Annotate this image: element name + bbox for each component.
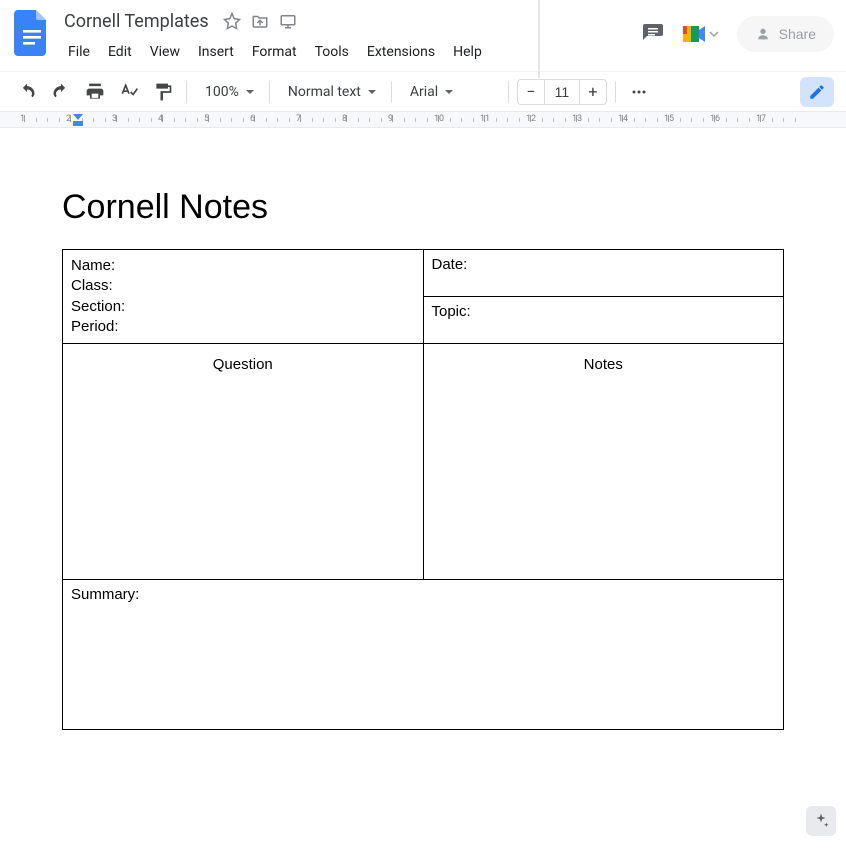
font-value: Arial [410, 84, 438, 100]
ruler-unit: 5 [208, 112, 254, 127]
ruler-unit: 16 [714, 112, 760, 127]
question-cell[interactable]: Question [63, 344, 424, 580]
explore-button[interactable] [806, 806, 836, 836]
spellcheck-button[interactable] [114, 77, 144, 107]
ruler[interactable]: 1234567891011121314151617 [0, 112, 846, 128]
zoom-dropdown[interactable]: 100% [195, 78, 261, 106]
paint-format-button[interactable] [148, 77, 178, 107]
move-icon[interactable] [251, 12, 269, 30]
question-header: Question [213, 356, 273, 373]
editing-mode-button[interactable] [800, 77, 834, 107]
style-dropdown[interactable]: Normal text [278, 78, 383, 106]
more-tools-button[interactable] [624, 77, 654, 107]
info-class[interactable]: Class: [71, 276, 415, 296]
panel-divider [538, 0, 540, 78]
ruler-unit: 15 [668, 112, 714, 127]
notes-header: Notes [584, 356, 623, 373]
ruler-unit: 12 [530, 112, 576, 127]
share-button[interactable]: Share [737, 16, 834, 52]
ruler-unit: 1 [24, 112, 70, 127]
date-label: Date: [432, 256, 468, 273]
ruler-unit: 7 [300, 112, 346, 127]
ruler-unit: 9 [392, 112, 438, 127]
ruler-unit: 11 [484, 112, 530, 127]
font-size-control: − + [517, 79, 607, 105]
redo-button[interactable] [46, 77, 76, 107]
font-size-input[interactable] [544, 80, 580, 104]
menu-help[interactable]: Help [445, 40, 490, 64]
ruler-unit: 14 [622, 112, 668, 127]
cloud-status-icon[interactable] [279, 12, 297, 30]
summary-cell[interactable]: Summary: [63, 580, 784, 730]
menu-view[interactable]: View [142, 40, 188, 64]
menu-format[interactable]: Format [244, 40, 305, 64]
document-heading[interactable]: Cornell Notes [62, 188, 784, 227]
info-section[interactable]: Section: [71, 297, 415, 317]
style-value: Normal text [288, 84, 361, 100]
docs-logo-icon[interactable] [14, 10, 50, 56]
menu-insert[interactable]: Insert [190, 40, 242, 64]
ruler-unit: 3 [116, 112, 162, 127]
document-title[interactable]: Cornell Templates [60, 9, 213, 34]
page[interactable]: Cornell Notes Name: Class: Section: Peri… [38, 128, 808, 760]
date-cell[interactable]: Date: [423, 250, 784, 297]
font-dropdown[interactable]: Arial [400, 78, 500, 106]
topic-label: Topic: [432, 303, 471, 320]
separator [269, 81, 270, 103]
menu-tools[interactable]: Tools [307, 40, 357, 64]
info-cell[interactable]: Name: Class: Section: Period: [63, 250, 424, 344]
meet-icon[interactable] [683, 23, 719, 45]
summary-label: Summary: [71, 586, 139, 603]
share-label: Share [779, 26, 816, 42]
menu-file[interactable]: File [60, 40, 98, 64]
menu-extensions[interactable]: Extensions [359, 40, 443, 64]
toolbar: 100% Normal text Arial − + [0, 72, 846, 112]
star-icon[interactable] [223, 12, 241, 30]
separator [391, 81, 392, 103]
menu-bar: File Edit View Insert Format Tools Exten… [60, 40, 641, 64]
font-size-increase[interactable]: + [580, 80, 606, 104]
notes-cell[interactable]: Notes [423, 344, 784, 580]
ruler-unit: 10 [438, 112, 484, 127]
zoom-value: 100% [205, 84, 239, 100]
ruler-unit: 6 [254, 112, 300, 127]
topic-cell[interactable]: Topic: [423, 297, 784, 344]
info-period[interactable]: Period: [71, 317, 415, 337]
ruler-unit: 17 [760, 112, 806, 127]
indent-marker-icon[interactable] [72, 113, 84, 128]
ruler-unit: 13 [576, 112, 622, 127]
separator [186, 81, 187, 103]
ruler-unit: 8 [346, 112, 392, 127]
menu-edit[interactable]: Edit [100, 40, 140, 64]
font-size-decrease[interactable]: − [518, 80, 544, 104]
undo-button[interactable] [12, 77, 42, 107]
ruler-unit: 4 [162, 112, 208, 127]
cornell-table[interactable]: Name: Class: Section: Period: Date: Topi… [62, 249, 784, 730]
separator [615, 81, 616, 103]
separator [508, 81, 509, 103]
document-canvas[interactable]: Cornell Notes Name: Class: Section: Peri… [0, 128, 846, 846]
comments-icon[interactable] [641, 22, 665, 46]
info-name[interactable]: Name: [71, 256, 415, 276]
print-button[interactable] [80, 77, 110, 107]
